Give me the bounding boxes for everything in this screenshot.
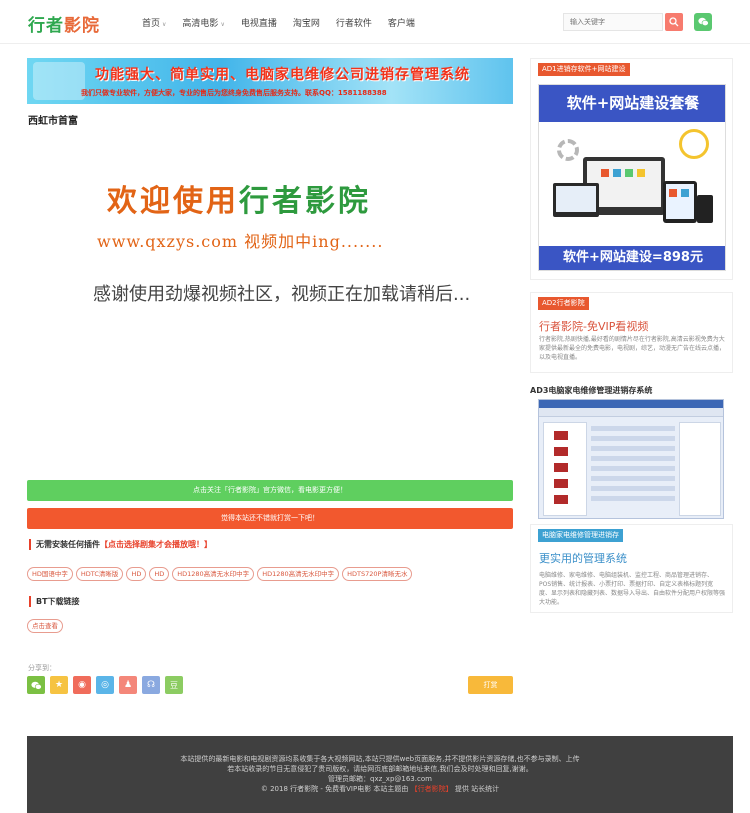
copyright-suffix: 提供 站长统计 bbox=[454, 785, 500, 793]
ad4-description: 电脑维修、家电维修、电脑组装机、监控工程、商品管理进销存、POS销售、统计报表、… bbox=[539, 572, 726, 606]
management-software-screenshot[interactable] bbox=[538, 399, 724, 519]
qzone-share-icon[interactable]: ★ bbox=[50, 676, 68, 694]
wechat-icon bbox=[697, 17, 709, 27]
window-left-panel bbox=[543, 422, 587, 516]
wechat-share-icon[interactable] bbox=[27, 676, 45, 694]
episode-tag[interactable]: HDTC清晰版 bbox=[75, 567, 124, 581]
play-section-title: 无需安装任何插件【点击选择剧集才会播放哦！】 bbox=[29, 539, 212, 550]
footer-disclaimer-line2: 若本站收录的节目无意侵犯了贵司版权，请给网页底部邮箱地址来信,我们会及时处理和回… bbox=[227, 765, 533, 773]
tablet-illustration bbox=[663, 181, 697, 223]
episode-tag[interactable]: HD1280高清无水印中字 bbox=[172, 567, 255, 581]
weibo-share-icon[interactable]: ◉ bbox=[73, 676, 91, 694]
banner-subline: 我们只做专业软件，方便大家，专业的售后为您终身免费售后服务支持。联系QQ：158… bbox=[81, 89, 387, 97]
footer-disclaimer-line1: 本站提供的最新电影和电视剧资源均系收集于各大视频网站,本站只提供web页面服务,… bbox=[180, 755, 580, 763]
main-nav: 首页 ∨ 高清电影 ∨ 电视直播 淘宝网 行者软件 客户端 bbox=[142, 16, 431, 29]
ad3-title: AD3电脑家电维修管理进销存系统 bbox=[530, 386, 653, 395]
package-head: 软件+网站建设套餐 bbox=[539, 85, 725, 122]
welcome-part2: 行者影院 bbox=[239, 184, 371, 219]
logo-text-part1: 行者 bbox=[28, 16, 64, 36]
episode-tag[interactable]: HD国语中字 bbox=[27, 567, 73, 581]
nav-item-client[interactable]: 客户端 bbox=[388, 16, 415, 29]
ad2-tag: AD2行者影院 bbox=[538, 297, 589, 310]
chevron-down-icon: ∨ bbox=[220, 21, 225, 28]
site-logo[interactable]: 行者影院 bbox=[28, 11, 100, 36]
ad4-tag: 电脑家电维修管理进销存 bbox=[538, 529, 623, 542]
lightbulb-icon bbox=[679, 129, 709, 159]
video-player[interactable]: 欢迎使用行者影院 www.qxzys.com 视频加中ing....... 感谢… bbox=[27, 128, 513, 468]
nav-item-home[interactable]: 首页 ∨ bbox=[142, 16, 166, 29]
ad2-description: 行者影院,热剧快播,最好看的剧情片尽在行者影院,高清云影视免费为大家提供最新最全… bbox=[539, 336, 726, 361]
site-header: 行者影院 首页 ∨ 高清电影 ∨ 电视直播 淘宝网 行者软件 客户端 bbox=[0, 0, 750, 44]
banner-headline: 功能强大、简单实用、电脑家电维修公司进销存管理系统 bbox=[95, 67, 470, 83]
package-foot: 软件+网站建设=898元 bbox=[539, 246, 725, 270]
app-tile bbox=[601, 169, 609, 177]
player-url-text: www.qxzys.com 视频加中ing....... bbox=[97, 232, 384, 251]
footer-copyright: © 2018 行者影院 - 免费看VIP电影 本站主题由 【行者影院】 提供 站… bbox=[27, 784, 733, 794]
douban-share-icon[interactable]: 豆 bbox=[165, 676, 183, 694]
play-title-prefix: 无需安装任何插件 bbox=[36, 540, 100, 549]
logo-text-part2: 影院 bbox=[64, 16, 100, 36]
video-title: 西虹市首富 bbox=[28, 116, 78, 127]
episode-tag[interactable]: HD bbox=[149, 567, 170, 581]
window-titlebar bbox=[539, 400, 723, 408]
nav-label: 客户端 bbox=[387, 19, 415, 29]
sidebar-ad4[interactable]: 电脑家电维修管理进销存 更实用的管理系统 电脑维修、家电维修、电脑组装机、监控工… bbox=[530, 524, 733, 613]
renren-share-icon[interactable]: ☊ bbox=[142, 676, 160, 694]
player-loading-text: 感谢使用劲爆视频社区，视频正在加载请稍后... bbox=[93, 284, 471, 305]
laptop-illustration bbox=[553, 183, 599, 217]
play-title-highlight: 【点击选择剧集才会播放哦！】 bbox=[100, 540, 212, 549]
search-icon bbox=[669, 17, 679, 27]
nav-item-tv-live[interactable]: 电视直播 bbox=[241, 16, 277, 29]
tip-site-button[interactable]: 觉得本站还不错就打赏一下吧！ bbox=[27, 508, 513, 529]
sidebar-ad1[interactable]: AD1进销存软件+网站建设 软件+网站建设套餐 软件+网站建设=898元 bbox=[530, 58, 733, 280]
ad4-title[interactable]: 更实用的管理系统 bbox=[539, 550, 627, 566]
nav-item-hd-movies[interactable]: 高清电影 ∨ bbox=[182, 16, 224, 29]
software-ad-banner[interactable]: 功能强大、简单实用、电脑家电维修公司进销存管理系统 我们只做专业软件，方便大家，… bbox=[27, 58, 513, 104]
nav-item-taobao[interactable]: 淘宝网 bbox=[293, 16, 320, 29]
copyright-prefix: © 2018 行者影院 - 免费看VIP电影 本站主题由 bbox=[260, 785, 409, 793]
follow-wechat-button[interactable]: 点击关注「行者影院」官方微信，看电影更方便！ bbox=[27, 480, 513, 501]
footer-theme-link[interactable]: 【行者影院】 bbox=[411, 785, 453, 793]
nav-label: 首页 bbox=[142, 19, 161, 29]
software-website-package-image: 软件+网站建设套餐 软件+网站建设=898元 bbox=[538, 84, 726, 271]
nav-label: 行者软件 bbox=[335, 19, 372, 29]
share-icon-row: ★ ◉ ◎ ♟ ☊ 豆 bbox=[27, 676, 188, 694]
tencent-weibo-share-icon[interactable]: ◎ bbox=[96, 676, 114, 694]
phone-illustration bbox=[697, 195, 713, 223]
player-welcome-text: 欢迎使用行者影院 bbox=[107, 176, 371, 220]
wechat-button[interactable] bbox=[694, 13, 712, 31]
search-button[interactable] bbox=[665, 13, 683, 31]
bt-download-tag[interactable]: 点击查看 bbox=[27, 619, 63, 633]
app-tile bbox=[681, 189, 689, 197]
sidebar-ad2[interactable]: AD2行者影院 行者影院-免VIP看视频 行者影院,热剧快播,最好看的剧情片尽在… bbox=[530, 292, 733, 373]
app-tile bbox=[669, 189, 677, 197]
share-label: 分享到： bbox=[28, 664, 56, 672]
episode-tag[interactable]: HDTS720P清晰无水 bbox=[342, 567, 413, 581]
reward-button[interactable]: 打赏 bbox=[468, 676, 513, 694]
chevron-down-icon: ∨ bbox=[162, 21, 167, 28]
gear-icon bbox=[557, 139, 579, 161]
nav-label: 电视直播 bbox=[240, 19, 277, 29]
nav-label: 高清电影 bbox=[182, 19, 219, 29]
site-footer: 本站提供的最新电影和电视剧资源均系收集于各大视频网站,本站只提供web页面服务,… bbox=[27, 736, 733, 813]
banner-decoration bbox=[33, 62, 85, 100]
search-input[interactable] bbox=[563, 13, 663, 31]
nav-label: 淘宝网 bbox=[292, 19, 320, 29]
app-tile bbox=[613, 169, 621, 177]
bt-section-title: BT下载链接 bbox=[29, 596, 80, 607]
welcome-part1: 欢迎使用 bbox=[107, 184, 239, 219]
app-tile bbox=[637, 169, 645, 177]
ad2-title[interactable]: 行者影院-免VIP看视频 bbox=[539, 318, 648, 334]
app-tile bbox=[625, 169, 633, 177]
episode-tag[interactable]: HD1280高清无水印中字 bbox=[257, 567, 340, 581]
footer-admin-email: 管理员邮箱：qxz_xp@163.com bbox=[328, 775, 432, 783]
nav-item-software[interactable]: 行者软件 bbox=[336, 16, 372, 29]
episode-tag[interactable]: HD bbox=[126, 567, 147, 581]
douban-person-share-icon[interactable]: ♟ bbox=[119, 676, 137, 694]
episode-tag-list: HD国语中字 HDTC清晰版 HD HD HD1280高清无水印中字 HD128… bbox=[27, 567, 415, 581]
window-toolbar bbox=[539, 408, 723, 417]
ad1-tag: AD1进销存软件+网站建设 bbox=[538, 63, 630, 76]
window-right-panel bbox=[679, 422, 721, 516]
